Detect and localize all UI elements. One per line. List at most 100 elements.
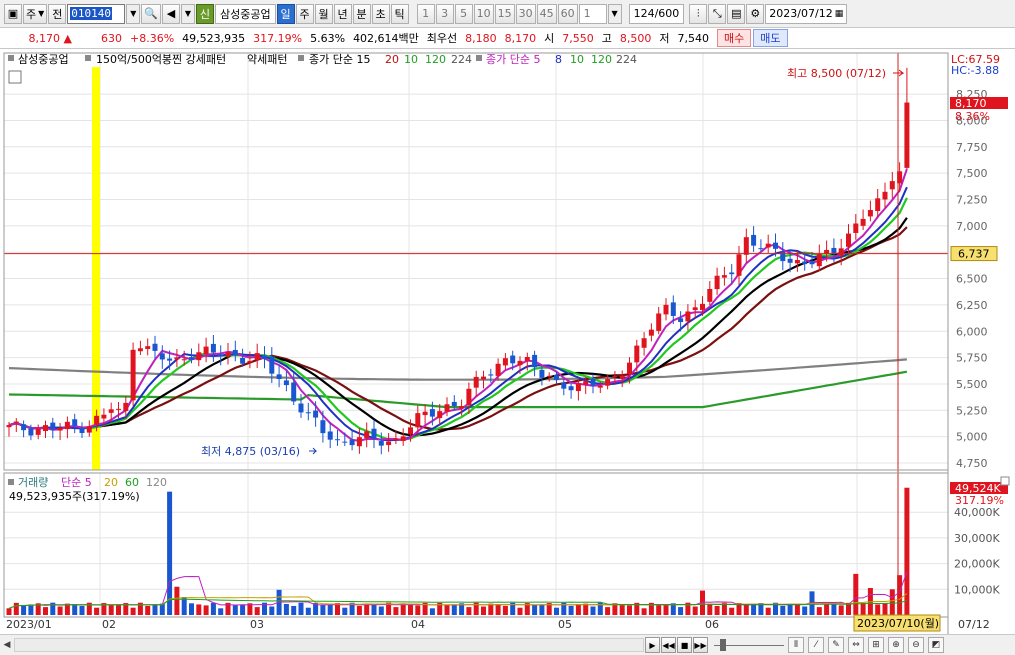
stock-code-input[interactable]: 010140 bbox=[67, 3, 126, 24]
volume-bar bbox=[240, 604, 246, 615]
price-chart[interactable]: 삼성중공업 150억/500억봉찐 강세패턴 약세패턴 종가 단순 15 20 … bbox=[0, 49, 1015, 634]
fit-icon[interactable]: ⊞ bbox=[868, 637, 884, 653]
sound-icon[interactable]: ◀ bbox=[161, 3, 180, 24]
volume-ma5-line bbox=[8, 571, 908, 609]
volume-bar bbox=[6, 608, 12, 615]
volume-axis[interactable]: 40,000K 30,000K 20,000K 10,000K bbox=[954, 506, 1000, 596]
candle-body bbox=[283, 380, 289, 386]
interval-10[interactable]: 10 bbox=[473, 3, 494, 24]
quote-info-bar: 8,170 ▲ 630 +8.36% 49,523,935 317.19% 5.… bbox=[0, 28, 1015, 49]
legend-volume-ma[interactable]: 단순 5 bbox=[61, 476, 92, 489]
date-field[interactable]: 2023/07/12 ▦ bbox=[765, 3, 848, 24]
candle-body bbox=[415, 413, 421, 428]
candle-body bbox=[137, 348, 143, 352]
window-menu-icon[interactable]: ▣ bbox=[4, 3, 22, 24]
price-axis[interactable]: 8,2508,0007,7507,5007,2507,0006,7506,500… bbox=[956, 88, 988, 470]
sell-button[interactable]: 매도 bbox=[753, 29, 788, 47]
legend-bear-pattern[interactable]: 약세패턴 bbox=[247, 52, 287, 66]
scroll-left-icon[interactable]: ◀ bbox=[0, 637, 14, 653]
price-pct-tag: 8.36% bbox=[955, 110, 990, 123]
sound-dropdown-icon[interactable]: ▼ bbox=[180, 3, 195, 24]
volume-bar bbox=[196, 604, 202, 615]
pen-icon[interactable]: ✎ bbox=[828, 637, 844, 653]
candle-body bbox=[386, 441, 392, 446]
legend-volume[interactable]: 거래량 bbox=[18, 476, 48, 489]
code-dropdown-icon[interactable]: ▼ bbox=[126, 3, 141, 24]
interval-5[interactable]: 5 bbox=[454, 3, 473, 24]
volume-bar bbox=[72, 604, 78, 615]
interval-15[interactable]: 15 bbox=[494, 3, 515, 24]
turnover-rate: 5.63% bbox=[310, 31, 346, 45]
interval-select[interactable]: 1 bbox=[578, 3, 607, 24]
candle-body bbox=[889, 181, 895, 190]
period-year-tab[interactable]: 년 bbox=[333, 3, 352, 24]
candle-body bbox=[466, 388, 472, 406]
expand-icon[interactable]: ◩ bbox=[928, 637, 944, 653]
save-icon[interactable]: ▤ bbox=[727, 3, 746, 24]
candle-body bbox=[437, 411, 443, 419]
period-month-tab[interactable]: 월 bbox=[314, 3, 333, 24]
scale-icon[interactable]: ⇔ bbox=[848, 637, 864, 653]
volume-bar bbox=[94, 607, 100, 615]
candle-body bbox=[904, 102, 910, 168]
date-value: 2023/07/12 bbox=[769, 7, 833, 20]
interval-45[interactable]: 45 bbox=[536, 3, 557, 24]
interval-30[interactable]: 30 bbox=[515, 3, 536, 24]
interval-60[interactable]: 60 bbox=[557, 3, 578, 24]
period-second-tab[interactable]: 초 bbox=[371, 3, 390, 24]
volume-panel-border bbox=[3, 472, 949, 618]
zoom-slider[interactable] bbox=[714, 637, 784, 653]
period-day-tab[interactable]: 일 bbox=[276, 3, 295, 24]
prev-button[interactable]: 전 bbox=[48, 3, 67, 24]
candle-body bbox=[79, 427, 85, 434]
candle-body bbox=[481, 376, 486, 380]
table-toggle-icon[interactable] bbox=[8, 70, 22, 84]
price-tick-label: 5,500 bbox=[956, 378, 988, 391]
zoom-in-icon[interactable]: ⊕ bbox=[888, 637, 904, 653]
volume-bar bbox=[853, 573, 859, 615]
volume-bar bbox=[692, 606, 698, 615]
candle-body bbox=[108, 409, 114, 413]
zoom-slider-thumb[interactable] bbox=[720, 639, 726, 651]
zoom-out-icon[interactable]: ⊖ bbox=[908, 637, 924, 653]
volume-bar bbox=[714, 605, 720, 615]
scroll-right-icon[interactable]: ▶ bbox=[645, 637, 660, 653]
candle-body bbox=[510, 355, 516, 364]
volume-tick-label: 20,000K bbox=[954, 558, 1000, 571]
horizontal-scrollbar[interactable] bbox=[14, 638, 644, 652]
volume-bar bbox=[568, 605, 574, 615]
legend-ma-group2[interactable]: 종가 단순 5 bbox=[486, 53, 540, 66]
bar-count-field[interactable]: 124/600 bbox=[628, 3, 685, 24]
period-week-tab[interactable]: 주 bbox=[295, 3, 314, 24]
volume-bar bbox=[539, 604, 545, 615]
search-icon[interactable]: 🔍 bbox=[141, 3, 161, 24]
chart-type-icon[interactable]: ⫶ bbox=[689, 3, 708, 24]
legend-ma-group1[interactable]: 종가 단순 15 bbox=[309, 53, 370, 66]
candle-body bbox=[276, 374, 282, 379]
gear-icon[interactable]: ⚙ bbox=[746, 3, 765, 24]
candle-body bbox=[313, 410, 319, 418]
candle-body bbox=[298, 403, 304, 413]
rewind-icon[interactable]: ◀◀ bbox=[661, 637, 676, 653]
time-axis[interactable]: 2023/01 02 03 04 05 06 07/12 bbox=[6, 618, 990, 631]
shin-button[interactable]: 신 bbox=[195, 3, 214, 24]
calendar-icon[interactable]: ▦ bbox=[835, 9, 844, 19]
legend-stock-name[interactable]: 삼성중공업 bbox=[18, 53, 69, 66]
draw-tool-icon[interactable]: ⤡ bbox=[708, 3, 727, 24]
stop-icon[interactable]: ■ bbox=[677, 637, 692, 653]
volume-panel-toggle-icon[interactable] bbox=[1000, 476, 1010, 486]
forward-icon[interactable]: ▶▶ bbox=[693, 637, 708, 653]
period-minute-tab[interactable]: 분 bbox=[352, 3, 371, 24]
chart-area[interactable]: 삼성중공업 150억/500억봉찐 강세패턴 약세패턴 종가 단순 15 20 … bbox=[0, 49, 1015, 634]
legend-bull-pattern[interactable]: 150억/500억봉찐 강세패턴 bbox=[96, 53, 226, 66]
interval-1[interactable]: 1 bbox=[416, 3, 435, 24]
interval-3[interactable]: 3 bbox=[435, 3, 454, 24]
period-tick-tab[interactable]: 틱 bbox=[390, 3, 409, 24]
volume-bar bbox=[488, 603, 494, 615]
candle-style-icon[interactable]: ⫴ bbox=[788, 637, 804, 653]
buy-button[interactable]: 매수 bbox=[717, 29, 752, 47]
mode-select[interactable]: 주 ▼ bbox=[23, 3, 48, 24]
interval-dropdown-icon[interactable]: ▼ bbox=[607, 3, 622, 24]
chevron-down-icon: ▼ bbox=[38, 9, 45, 18]
line-style-icon[interactable]: ⁄ bbox=[808, 637, 824, 653]
